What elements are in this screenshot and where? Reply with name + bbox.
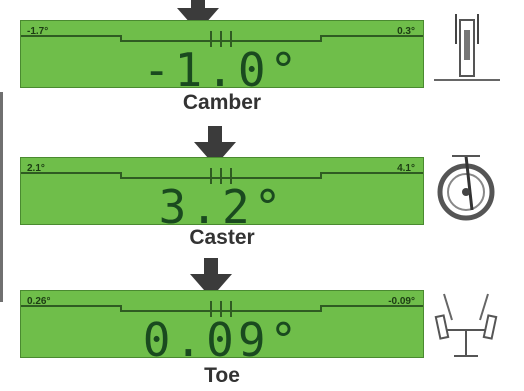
toe-min-label: 0.26°: [27, 296, 51, 307]
camber-wheel-icon: [434, 14, 500, 81]
toe-gauge: 0.26° -0.09° 0.09°: [20, 290, 424, 358]
camber-value: -1.0°: [142, 43, 302, 88]
camber-gauge: -1.7° 0.3° -1.0°: [20, 20, 424, 88]
toe-max-label: -0.09°: [388, 296, 415, 307]
camber-min-label: -1.7°: [27, 26, 49, 37]
camber-max-label: 0.3°: [397, 26, 415, 37]
caster-wheel-icon: [437, 155, 495, 221]
caster-gauge: 2.1° 4.1° 3.2°: [20, 157, 424, 225]
toe-wheels-icon: [434, 293, 498, 357]
toe-label: Toe: [204, 364, 240, 387]
left-divider: [0, 92, 3, 302]
caster-label: Caster: [189, 226, 255, 249]
toe-value: 0.09°: [142, 313, 302, 358]
caster-min-label: 2.1°: [27, 163, 45, 174]
camber-label: Camber: [182, 91, 262, 114]
caster-max-label: 4.1°: [397, 163, 415, 174]
caster-value: 3.2°: [158, 180, 286, 225]
